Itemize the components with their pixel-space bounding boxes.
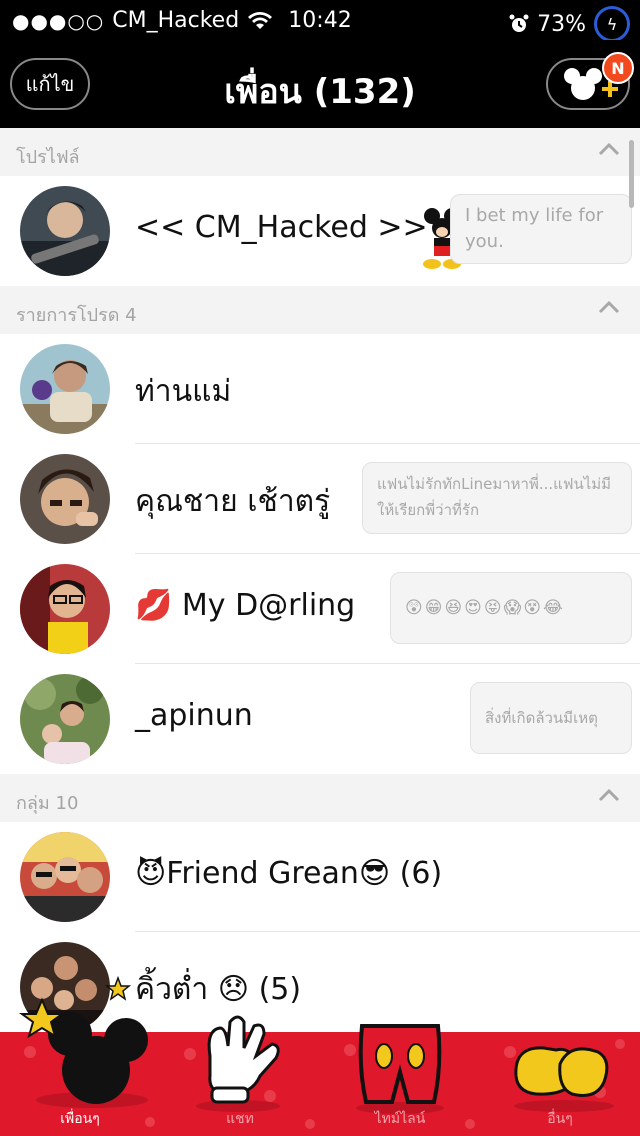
tab-friends[interactable]: เพื่อนๆ	[0, 975, 160, 1136]
scrollbar[interactable]	[629, 140, 634, 208]
alarm-icon	[509, 14, 529, 32]
battery-percent: 73%	[537, 11, 586, 37]
tab-timeline[interactable]: ไทม์ไลน์	[320, 1024, 480, 1136]
section-label: กลุ่ม 10	[16, 793, 79, 814]
friend-name: 💋 My D@rling	[135, 588, 356, 623]
tab-chats[interactable]: แชท	[160, 1015, 320, 1136]
avatar[interactable]	[20, 344, 110, 434]
section-header-favorites[interactable]: รายการโปรด 4	[0, 286, 640, 334]
tab-more[interactable]: อื่นๆ	[480, 1032, 640, 1136]
battery-icon: ϟ	[594, 6, 630, 42]
nav-bar: แก้ไข เพื่อน (132) N	[0, 40, 640, 128]
tab-label: ไทม์ไลน์	[374, 1111, 426, 1127]
chevron-up-icon[interactable]	[598, 300, 620, 314]
mickey-shoes-icon	[514, 1046, 614, 1112]
status-message: I bet my life for you.	[450, 194, 632, 264]
tab-label: อื่นๆ	[547, 1111, 573, 1127]
status-right: 73% ϟ	[509, 6, 630, 42]
mickey-glove-icon	[196, 1015, 280, 1112]
avatar[interactable]	[20, 564, 110, 654]
friend-row[interactable]: 💋 My D@rling 😲😁😆😍😝😱😵😂	[0, 554, 640, 664]
friend-row[interactable]: คุณชาย เช้าตรู่ แฟนไม่รักทักLineมาหาพี่.…	[0, 444, 640, 554]
group-name: 😈Friend Grean😎 (6)	[135, 856, 443, 891]
group-row[interactable]: 😈Friend Grean😎 (6)	[0, 822, 640, 932]
section-header-profile[interactable]: โปรไฟล์	[0, 128, 640, 176]
notification-badge: N	[602, 52, 634, 84]
tab-bar: เพื่อนๆ แชท ไทม์ไลน์ อื่นๆ	[0, 975, 640, 1136]
tab-label: เพื่อนๆ	[60, 1111, 100, 1127]
status-message: 😲😁😆😍😝😱😵😂	[390, 572, 632, 644]
friend-name: คุณชาย เช้าตรู่	[135, 484, 331, 519]
friend-row[interactable]: _apinun สิ่งที่เกิดล้วนมีเหตุ	[0, 664, 640, 774]
section-label: รายการโปรด 4	[16, 305, 137, 326]
add-friend-button[interactable]: N	[546, 52, 634, 110]
friend-name: ท่านแม่	[135, 374, 232, 409]
friend-name: _apinun	[135, 698, 253, 733]
friend-row[interactable]: ท่านแม่	[0, 334, 640, 444]
tab-label: แชท	[226, 1111, 254, 1127]
section-label: โปรไฟล์	[16, 147, 80, 168]
section-header-groups[interactable]: กลุ่ม 10	[0, 774, 640, 822]
status-message: แฟนไม่รักทักLineมาหาพี่...แฟนไม่มีให้เรี…	[362, 462, 632, 534]
page-title: เพื่อน (132)	[224, 72, 416, 112]
my-profile-row[interactable]: << CM_Hacked >> I bet my life for you.	[0, 176, 640, 286]
avatar[interactable]	[20, 674, 110, 764]
profile-name: << CM_Hacked >>	[135, 210, 428, 245]
avatar[interactable]	[20, 454, 110, 544]
avatar[interactable]	[20, 832, 110, 922]
status-message: สิ่งที่เกิดล้วนมีเหตุ	[470, 682, 632, 754]
status-bar: ●●●○○ CM_Hacked 10:42 73% ϟ	[0, 0, 640, 42]
chevron-up-icon[interactable]	[598, 788, 620, 802]
avatar[interactable]	[20, 186, 110, 276]
mickey-shorts-icon	[356, 1024, 444, 1114]
chevron-up-icon[interactable]	[598, 142, 620, 156]
mickey-head-icon	[18, 975, 148, 1108]
